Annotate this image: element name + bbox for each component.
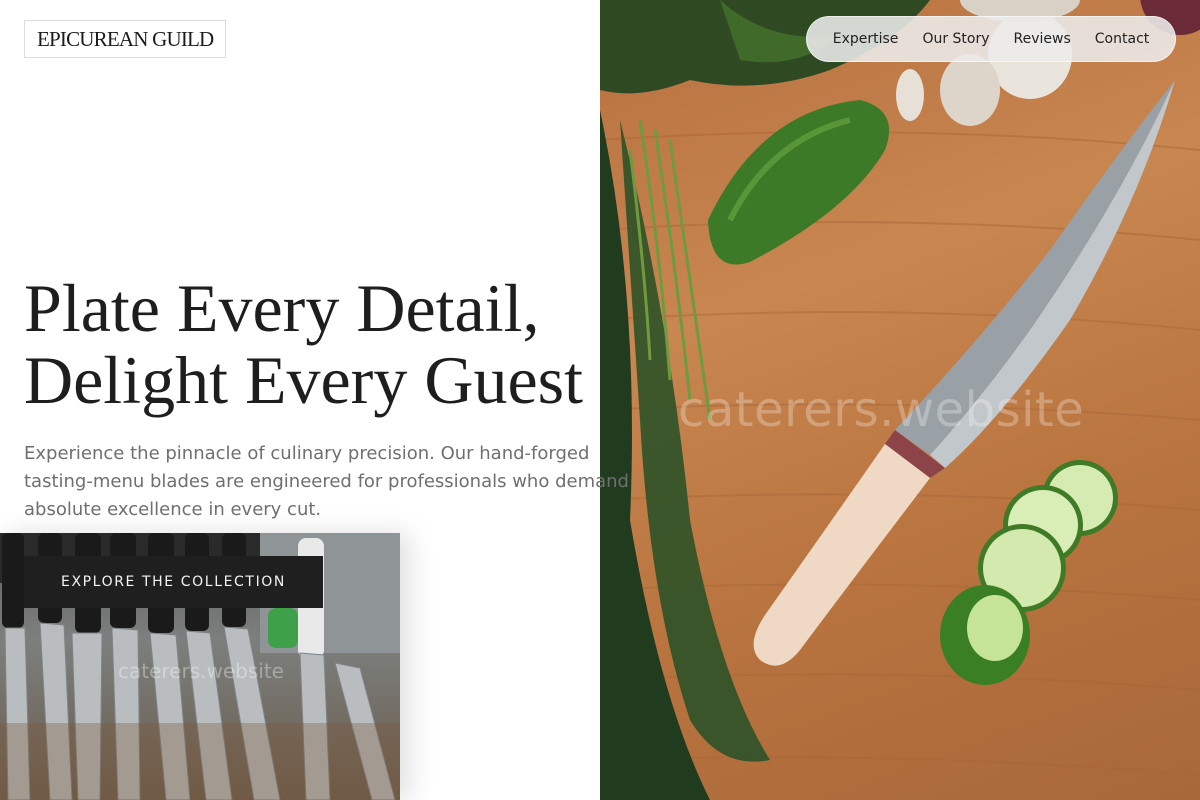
explore-collection-button[interactable]: EXPLORE THE COLLECTION	[24, 556, 323, 608]
nav-link-expertise[interactable]: Expertise	[833, 31, 899, 47]
hero-headline: Plate Every Detail, Delight Every Guest	[24, 272, 664, 416]
nav-link-contact[interactable]: Contact	[1095, 31, 1149, 47]
hero-headline-line-1: Plate Every Detail,	[24, 270, 540, 346]
hero-subtext-line-3: absolute excellence in every cut.	[24, 499, 322, 520]
hero-subtext: Experience the pinnacle of culinary prec…	[24, 440, 664, 524]
image-watermark: caterers.website	[678, 382, 1085, 438]
hero-headline-line-2: Delight Every Guest	[24, 342, 583, 418]
main-navigation: Expertise Our Story Reviews Contact	[806, 16, 1176, 62]
nav-link-our-story[interactable]: Our Story	[922, 31, 989, 47]
hero-subtext-line-2: tasting-menu blades are engineered for p…	[24, 471, 629, 492]
nav-link-reviews[interactable]: Reviews	[1014, 31, 1071, 47]
hero-subtext-line-1: Experience the pinnacle of culinary prec…	[24, 443, 590, 464]
image-watermark-small: caterers.website	[118, 659, 284, 683]
brand-logo[interactable]: EPICUREAN GUILD	[24, 20, 227, 58]
hero-image-knife-cutting-board: caterers.website	[600, 0, 1200, 800]
